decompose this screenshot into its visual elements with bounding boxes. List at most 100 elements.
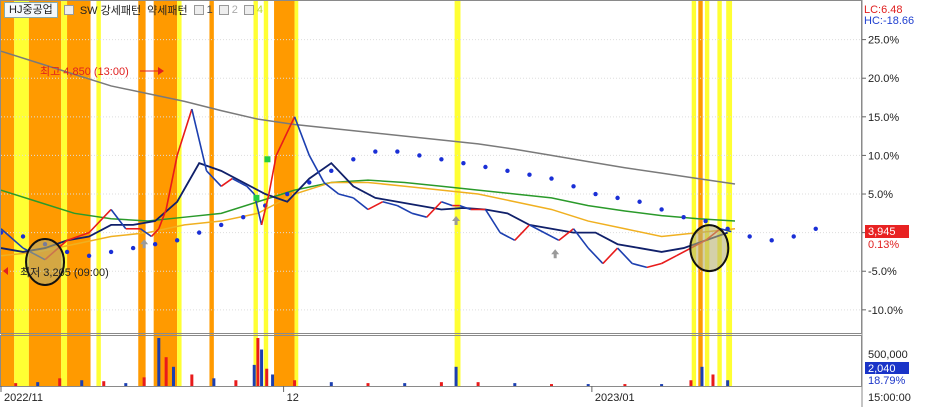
time-label: 15:00:00 — [868, 392, 911, 404]
volume-bar-28 — [623, 384, 627, 386]
square-marker-6 — [264, 156, 271, 163]
chart-toolbar: HJ중공업 SW 강세패턴 약세패턴 1 2 4 — [4, 2, 263, 18]
dot-4 — [86, 253, 92, 258]
dot-18 — [395, 149, 400, 154]
dot-28 — [615, 195, 620, 201]
dot-19 — [417, 153, 422, 158]
dot-15 — [329, 168, 334, 174]
volume-bar-20 — [366, 383, 370, 386]
band-15 — [691, 1, 697, 386]
symbol-checkbox[interactable] — [63, 5, 74, 15]
series-4-checkbox[interactable] — [243, 5, 254, 15]
band-4 — [67, 1, 91, 386]
circle-marker-1 — [689, 224, 730, 273]
dot-7 — [152, 242, 158, 247]
band-16 — [698, 1, 703, 386]
band-7 — [153, 1, 178, 386]
volume-tag-pct: 18.79% — [868, 375, 906, 387]
low-label: 최저 3,205 (09:00) — [20, 266, 109, 279]
volume-bar-25 — [513, 383, 517, 386]
high-label: 최고 4,850 (13:00) — [40, 65, 129, 78]
volume-tag-value: 2,040 — [868, 363, 896, 375]
band-17 — [704, 1, 710, 386]
series-1-checkbox[interactable] — [193, 5, 204, 15]
dot-37 — [813, 226, 818, 231]
dot-20 — [439, 157, 444, 162]
square-marker-5 — [253, 194, 260, 201]
volume-bar-33 — [726, 380, 730, 386]
y-tick-label-6: -5.0% — [868, 266, 897, 278]
volume-bar-14 — [256, 338, 260, 386]
band-3 — [61, 1, 68, 386]
x-tick-label-0: 2022/11 — [4, 392, 43, 404]
volume-bar-1 — [36, 382, 40, 386]
volume-bar-10 — [190, 374, 194, 386]
dot-11 — [241, 214, 246, 220]
series-2-checkbox[interactable] — [218, 5, 229, 15]
band-9 — [209, 1, 214, 386]
band-14 — [454, 1, 461, 386]
dot-14 — [307, 180, 312, 185]
volume-bar-19 — [329, 382, 333, 386]
price-tag-value: 3,945 — [868, 226, 896, 238]
volume-bar-31 — [700, 366, 704, 386]
dot-16 — [351, 157, 356, 162]
volume-bar-16 — [265, 368, 269, 386]
pattern-weak-label: 약세패턴 — [147, 5, 188, 17]
dot-31 — [681, 214, 686, 220]
volume-bar-3 — [80, 380, 84, 386]
series-4-label: 4 — [256, 4, 263, 16]
y-tick-label-7: -10.0% — [868, 305, 903, 317]
volume-bar-26 — [550, 384, 553, 386]
volume-bar-15 — [260, 349, 264, 386]
dot-29 — [637, 199, 642, 204]
band-2 — [28, 1, 62, 386]
pattern-weak[interactable]: 약세패턴 — [147, 2, 187, 18]
dot-24 — [527, 172, 532, 177]
symbol-selector[interactable]: HJ중공업 — [4, 2, 58, 18]
x-axis: 2022/11 12 2023/01 — [0, 386, 635, 404]
volume-bar-32 — [711, 374, 715, 386]
volume-bar-7 — [157, 338, 161, 386]
series-toggle-2[interactable]: 2 — [218, 4, 238, 16]
volume-bar-2 — [58, 378, 62, 386]
dot-13 — [285, 191, 290, 197]
volume-bar-23 — [454, 366, 458, 386]
band-19 — [726, 1, 733, 386]
band-6 — [138, 1, 146, 386]
band-18 — [717, 1, 722, 386]
volume-bar-22 — [439, 382, 443, 386]
dot-25 — [549, 176, 554, 181]
volume-bar-18 — [293, 380, 297, 386]
dot-30 — [659, 207, 664, 212]
dot-35 — [769, 238, 774, 243]
volume-bar-13 — [252, 364, 256, 386]
dot-32 — [703, 218, 708, 224]
dot-21 — [461, 160, 466, 166]
chart-svg: 25.0%20.0%15.0%10.0%5.0%0.0%-5.0%-10.0% … — [0, 0, 914, 407]
volume-bar-6 — [142, 377, 146, 386]
dot-8 — [174, 238, 180, 243]
volume-bar-24 — [476, 382, 480, 386]
dot-36 — [791, 234, 796, 239]
volume-bar-17 — [271, 374, 275, 386]
volume-bar-11 — [212, 378, 216, 386]
volume-bar-21 — [403, 383, 407, 386]
dot-9 — [196, 230, 202, 235]
y-axis: 25.0%20.0%15.0%10.0%5.0%0.0%-5.0%-10.0% — [862, 35, 903, 317]
volume-max-label: 500,000 — [868, 349, 908, 361]
dot-34 — [747, 234, 752, 239]
dot-22 — [483, 164, 488, 170]
series-2-label: 2 — [231, 4, 238, 16]
volume-bar-4 — [102, 381, 106, 386]
volume-bars — [14, 338, 730, 386]
dot-23 — [505, 168, 510, 174]
pattern-strong[interactable]: SW 강세패턴 — [80, 2, 141, 18]
volume-bar-29 — [660, 384, 664, 386]
series-toggle-1[interactable]: 1 — [193, 4, 213, 16]
dot-27 — [593, 191, 598, 197]
y-tick-label-0: 25.0% — [868, 35, 899, 47]
band-5 — [96, 1, 101, 386]
price-panel-bg — [0, 0, 862, 333]
series-toggle-4[interactable]: 4 — [243, 4, 263, 16]
